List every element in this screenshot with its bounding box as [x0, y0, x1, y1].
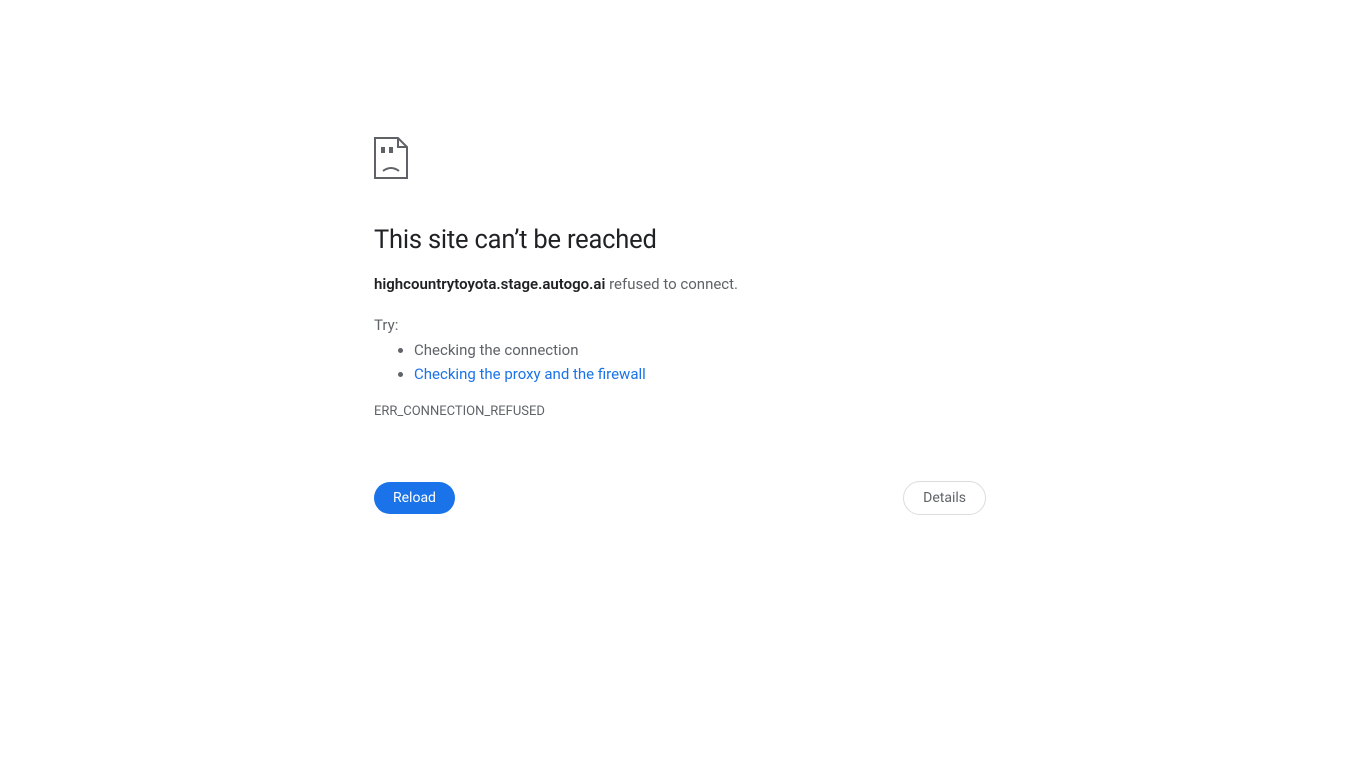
error-page-container: This site can’t be reached highcountryto… — [374, 0, 986, 515]
frown-document-icon — [374, 137, 986, 183]
details-button[interactable]: Details — [903, 481, 986, 515]
button-row: Reload Details — [374, 481, 986, 515]
suggestion-item-proxy: Checking the proxy and the firewall — [414, 362, 986, 386]
error-message-suffix: refused to connect. — [605, 275, 738, 293]
error-message: highcountrytoyota.stage.autogo.ai refuse… — [374, 273, 986, 296]
error-title: This site can’t be reached — [374, 225, 986, 255]
proxy-firewall-link[interactable]: Checking the proxy and the firewall — [414, 365, 646, 383]
suggestion-item-connection: Checking the connection — [414, 338, 986, 362]
error-host: highcountrytoyota.stage.autogo.ai — [374, 275, 605, 293]
try-label: Try: — [374, 316, 986, 334]
error-code: ERR_CONNECTION_REFUSED — [374, 404, 986, 419]
suggestions-list: Checking the connection Checking the pro… — [414, 338, 986, 386]
reload-button[interactable]: Reload — [374, 482, 455, 514]
